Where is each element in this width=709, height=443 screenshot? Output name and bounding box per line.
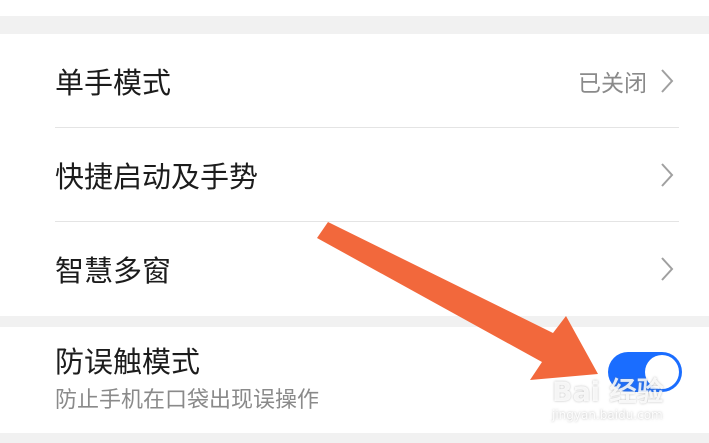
previous-section-card (0, 0, 709, 16)
settings-group-card: 单手模式 已关闭 快捷启动及手势 智慧多窗 (0, 34, 709, 316)
quick-launch-gestures-label: 快捷启动及手势 (55, 160, 259, 194)
chevron-right-icon (661, 163, 674, 187)
watermark-logo: Bai 经验 (552, 377, 664, 408)
one-handed-mode-row[interactable]: 单手模式 已关闭 (0, 34, 709, 128)
accidental-touch-title: 防误触模式 (55, 345, 201, 379)
chevron-right-icon (661, 69, 674, 93)
settings-screen: 单手模式 已关闭 快捷启动及手势 智慧多窗 防误触模式 防止手机在口袋出现误操作 (0, 0, 709, 443)
chevron-right-icon (661, 257, 674, 281)
watermark-url: jingyan.baidu.com (552, 408, 663, 422)
smart-multi-window-label: 智慧多窗 (55, 254, 172, 288)
one-handed-mode-label: 单手模式 (55, 66, 172, 100)
smart-multi-window-row[interactable]: 智慧多窗 (0, 222, 709, 316)
quick-launch-gestures-row[interactable]: 快捷启动及手势 (0, 128, 709, 222)
one-handed-mode-status: 已关闭 (578, 71, 647, 97)
baidu-jingyan-watermark: Bai 经验 jingyan.baidu.com (552, 370, 702, 432)
accidental-touch-description: 防止手机在口袋出现误操作 (55, 388, 320, 413)
